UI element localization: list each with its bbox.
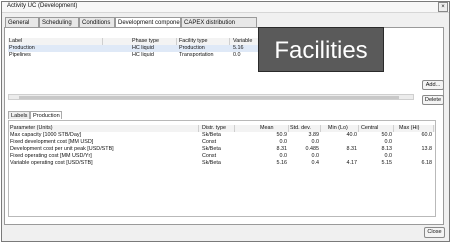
min-cell: 4.17 — [346, 160, 358, 166]
distr-type-cell: Sk/Beta — [202, 146, 221, 152]
title-bar: Activity UC (Development) × — [2, 2, 449, 13]
max-cell: 13.8 — [421, 146, 433, 152]
mean-cell: 50.9 — [276, 132, 288, 138]
tab-conditions[interactable]: Conditions — [79, 17, 115, 27]
table-row[interactable]: Fixed development cost [MM USD] Const 0.… — [9, 139, 435, 146]
mean-cell: 8.31 — [276, 146, 288, 152]
std-dev-cell: 0.0 — [311, 153, 320, 159]
phase-type-cell: HC liquid — [132, 45, 154, 51]
tab-scheduling[interactable]: Scheduling — [39, 17, 79, 27]
parameters-table: Parameter (Units) Distr. type Mean Std. … — [8, 120, 436, 217]
horizontal-scrollbar[interactable] — [8, 94, 414, 100]
col-std-dev[interactable]: Std. dev. — [289, 125, 321, 132]
col-parameter[interactable]: Parameter (Units) — [9, 125, 199, 132]
col-distr-type[interactable]: Distr. type — [201, 125, 235, 132]
parameter-cell: Max capacity [1000 STB/Day] — [10, 132, 82, 138]
col-min[interactable]: Min (Lo) — [327, 125, 359, 132]
distr-type-cell: Const — [202, 139, 217, 145]
table-row[interactable]: Fixed operating cost [MM USD/Yr] Const 0… — [9, 153, 435, 160]
std-dev-cell: 0.0 — [311, 139, 320, 145]
mean-cell: 5.16 — [276, 160, 288, 166]
facility-type-cell: Production — [179, 45, 205, 51]
parameter-cell: Fixed operating cost [MM USD/Yr] — [10, 153, 92, 159]
parameters-table-header: Parameter (Units) Distr. type Mean Std. … — [9, 125, 435, 132]
min-cell — [327, 139, 359, 146]
max-cell — [398, 153, 434, 160]
col-mean[interactable]: Mean — [259, 125, 289, 132]
max-cell — [398, 139, 434, 146]
add-button[interactable]: Add... — [422, 80, 444, 90]
table-row[interactable]: Variable operating cost [USD/STB] Sk/Bet… — [9, 160, 435, 167]
label-cell: Production — [9, 45, 35, 51]
close-icon[interactable]: × — [438, 2, 448, 12]
central-cell: 50.0 — [381, 132, 393, 138]
tab-capex-distribution[interactable]: CAPEX distribution — [181, 17, 257, 27]
subtab-production[interactable]: Production — [30, 111, 62, 119]
distr-type-cell: Sk/Beta — [202, 160, 221, 166]
window-title: Activity UC (Development) — [7, 3, 78, 9]
tab-general[interactable]: General — [5, 17, 39, 27]
min-cell: 8.31 — [346, 146, 358, 152]
phase-type-cell: HC liquid — [132, 52, 154, 58]
distr-type-cell: Sk/Beta — [202, 132, 221, 138]
facility-type-cell: Transportation — [179, 52, 214, 58]
parameter-cell: Variable operating cost [USD/STB] — [10, 160, 93, 166]
close-button[interactable]: Close — [424, 227, 445, 238]
label-cell: Pipelines — [9, 52, 31, 58]
std-dev-cell: 3.89 — [308, 132, 320, 138]
min-cell — [327, 153, 359, 160]
std-dev-cell: 0.4 — [311, 160, 320, 166]
col-facility-type[interactable]: Facility type — [178, 38, 230, 45]
max-cell: 60.0 — [421, 132, 433, 138]
min-cell: 40.0 — [346, 132, 358, 138]
mean-cell: 0.0 — [279, 153, 288, 159]
max-cell: 6.18 — [421, 160, 433, 166]
table-row[interactable]: Production HC liquid Production 5.16 — [8, 45, 268, 52]
table-row[interactable]: Development cost per unit peak [USD/STB]… — [9, 146, 435, 153]
col-max[interactable]: Max (Hi) — [398, 125, 434, 132]
central-cell: 0.0 — [384, 139, 393, 145]
table-row[interactable]: Pipelines HC liquid Transportation 0.0 — [8, 52, 268, 59]
parameter-cell: Development cost per unit peak [USD/STB] — [10, 146, 114, 152]
central-cell: 8.13 — [381, 146, 393, 152]
col-central[interactable]: Central — [360, 125, 394, 132]
facilities-overlay-label: Facilities — [258, 27, 384, 72]
col-phase-type[interactable]: Phase type — [131, 38, 177, 45]
col-label[interactable]: Label — [8, 38, 103, 45]
distr-type-cell: Const — [202, 153, 217, 159]
mean-cell: 0.0 — [279, 139, 288, 145]
parameter-cell: Fixed development cost [MM USD] — [10, 139, 94, 145]
central-cell: 5.15 — [381, 160, 393, 166]
central-cell: 0.0 — [384, 153, 393, 159]
std-dev-cell: 0.485 — [305, 146, 320, 152]
scrollbar-thumb[interactable] — [19, 96, 399, 99]
table-row[interactable]: Max capacity [1000 STB/Day] Sk/Beta 50.9… — [9, 132, 435, 139]
delete-button[interactable]: Delete — [422, 95, 444, 105]
subtab-labels[interactable]: Labels — [8, 111, 30, 119]
